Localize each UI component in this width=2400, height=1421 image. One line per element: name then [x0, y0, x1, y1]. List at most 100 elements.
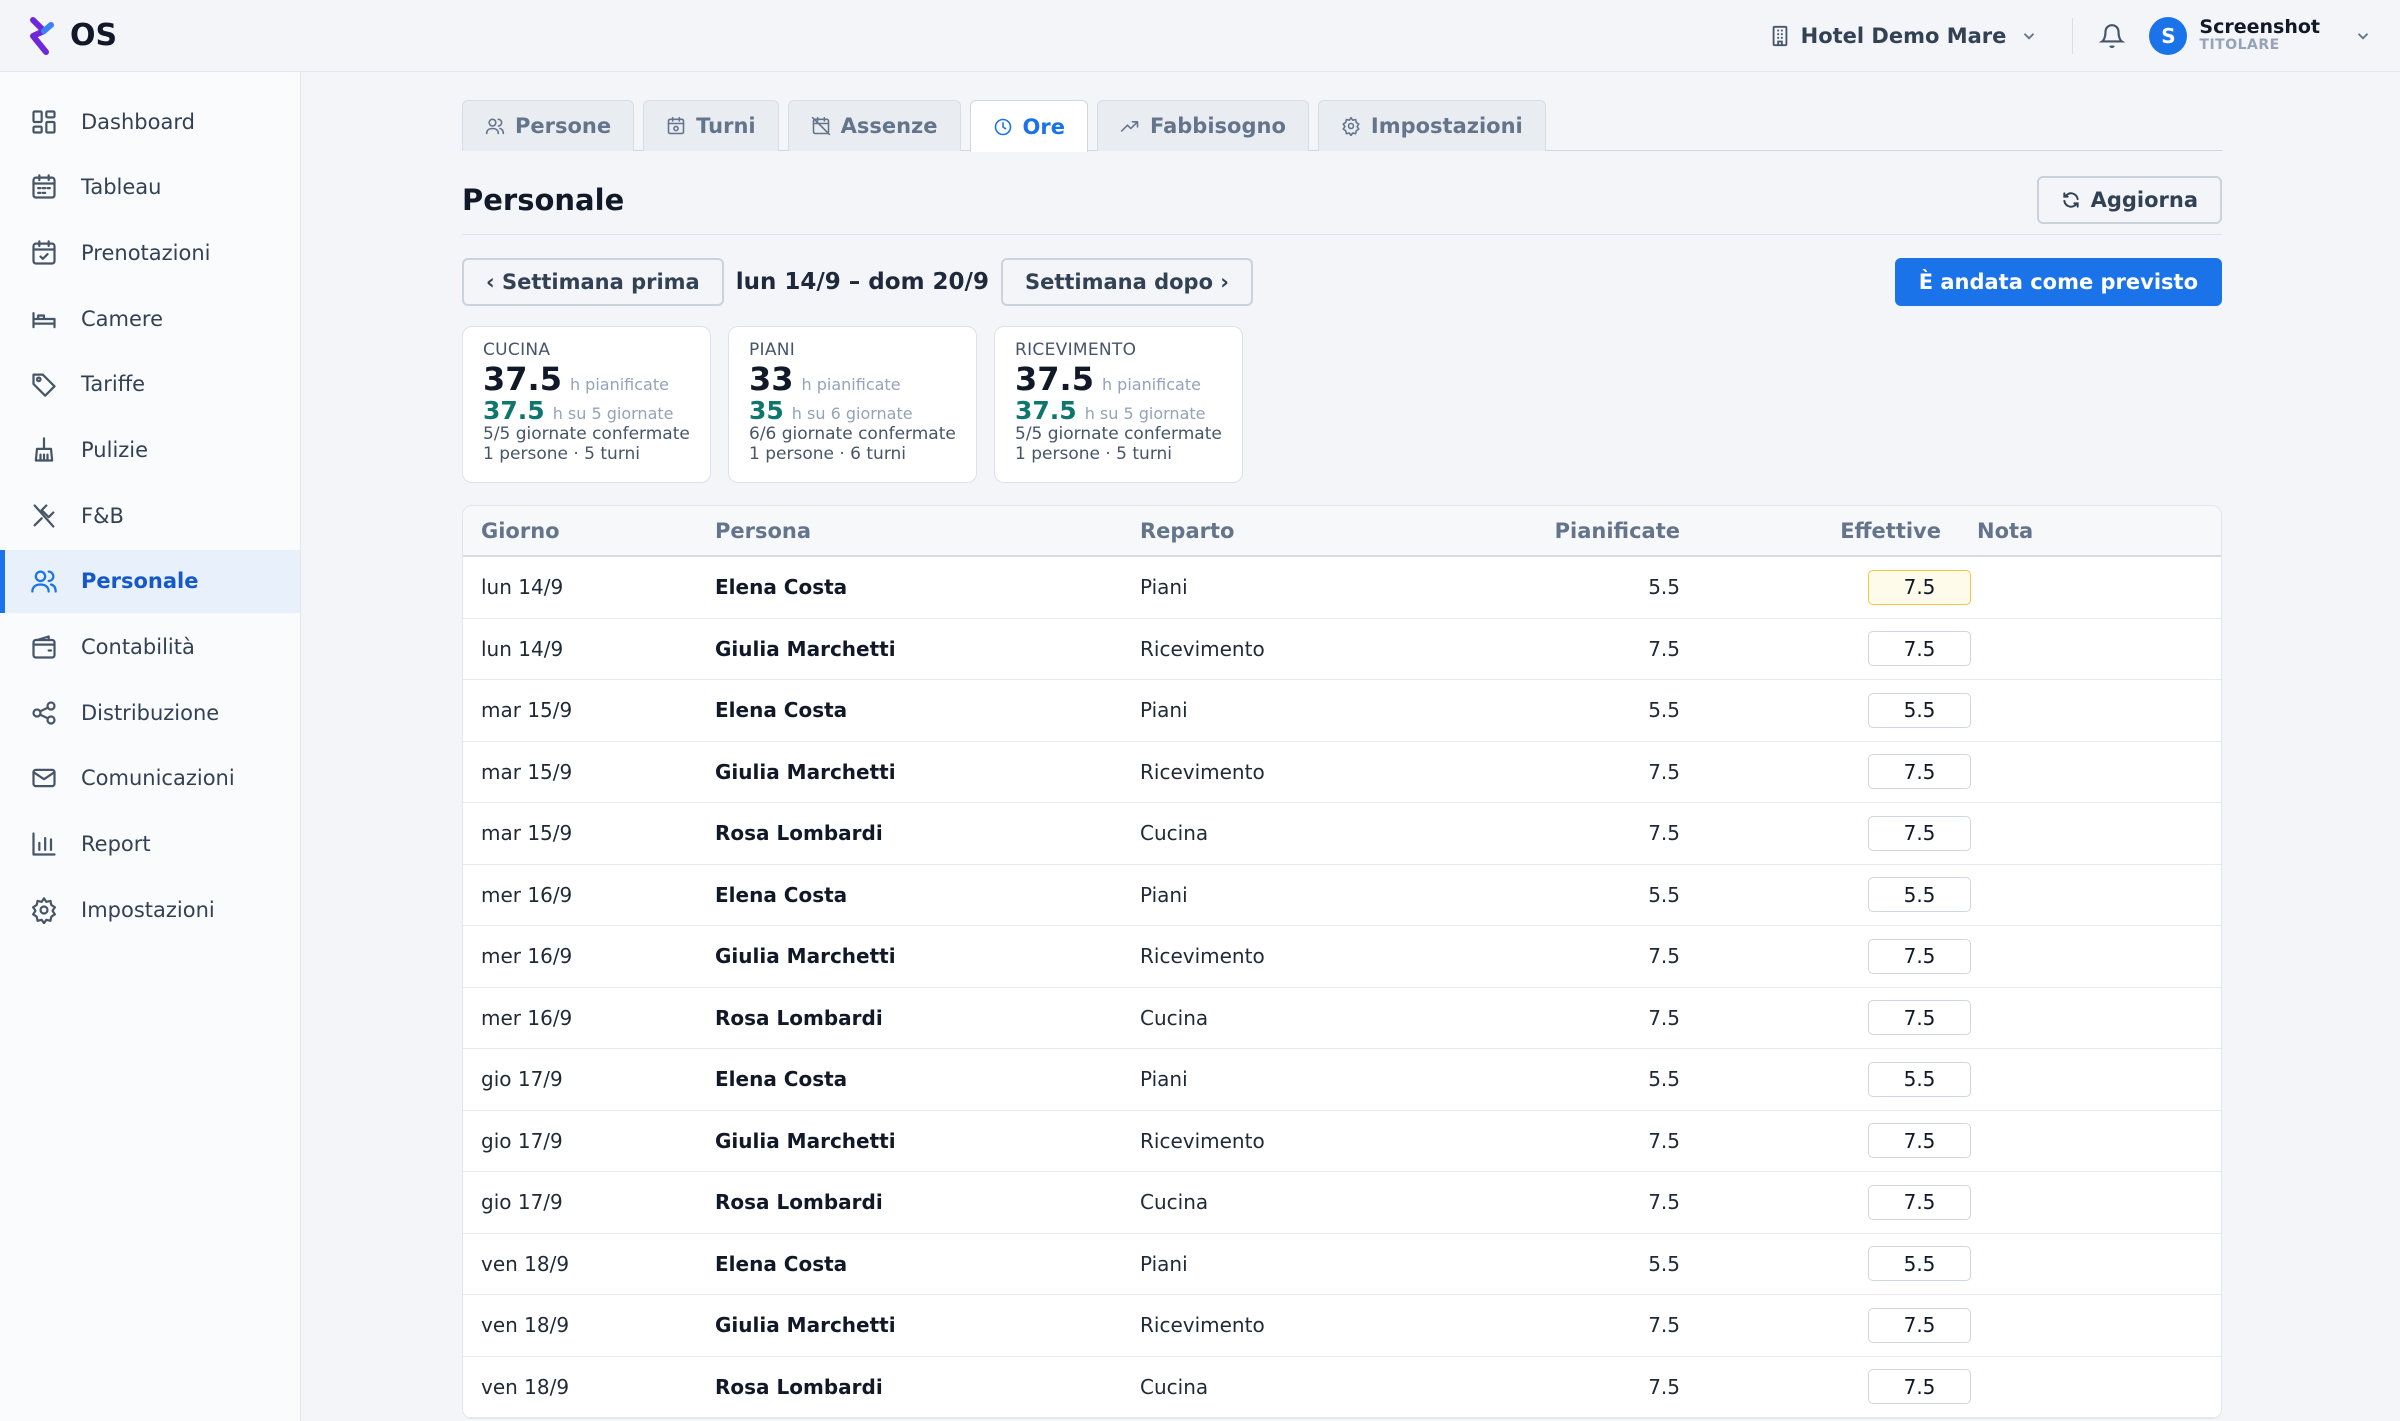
- user-menu[interactable]: S Screenshot TITOLARE: [2149, 16, 2372, 55]
- card-department: RICEVIMENTO: [1015, 340, 1137, 360]
- brand-name: OS: [70, 18, 118, 53]
- cell-day: ven 18/9: [481, 1251, 570, 1276]
- cell-day: mer 16/9: [481, 882, 573, 907]
- tab-label: Impostazioni: [1370, 114, 1523, 138]
- cell-department: Piani: [1140, 698, 1188, 723]
- refresh-button[interactable]: Aggiorna: [2036, 176, 2222, 224]
- actual-hours-input[interactable]: [1868, 877, 1971, 913]
- actual-hours-input[interactable]: [1868, 938, 1971, 974]
- cell-planned-hours: 5.5: [1648, 698, 1680, 723]
- user-name: Screenshot: [2199, 16, 2320, 39]
- table-row: lun 14/9 Elena Costa Piani 5.5: [463, 557, 2221, 619]
- actual-hours-input[interactable]: [1868, 1184, 1971, 1220]
- users-icon: [31, 570, 57, 593]
- card-planned-hours: 37.5: [483, 359, 562, 398]
- sidebar-item-impostazioni[interactable]: Impostazioni: [0, 878, 300, 941]
- main-content: Persone Turni Assenze Ore Fabbisogno Impostaz…: [462, 100, 2222, 1419]
- cell-department: Ricevimento: [1140, 759, 1265, 784]
- actual-hours-input[interactable]: [1868, 1123, 1971, 1159]
- sidebar-item-prenotazioni[interactable]: Prenotazioni: [0, 221, 300, 284]
- cell-day: gio 17/9: [481, 1067, 563, 1092]
- gear-icon: [32, 896, 56, 924]
- tab-ore[interactable]: Ore: [969, 100, 1088, 152]
- sidebar-item-label: Personale: [81, 569, 199, 594]
- table-row: ven 18/9 Rosa Lombardi Cucina 7.5: [463, 1357, 2221, 1418]
- sidebar-item-label: Camere: [81, 306, 164, 331]
- card-planned-unit: h pianificate: [569, 374, 669, 394]
- confirm-as-planned-button[interactable]: È andata come previsto: [1894, 258, 2222, 306]
- cell-day: mar 15/9: [481, 698, 573, 723]
- divider: [2072, 17, 2074, 54]
- sidebar-item-label: Prenotazioni: [81, 240, 211, 265]
- next-week-button[interactable]: Settimana dopo ›: [1000, 258, 1253, 306]
- trending-up-icon: [1120, 121, 1139, 132]
- bell-icon[interactable]: [2099, 23, 2126, 49]
- broom-icon: [34, 437, 54, 462]
- card-people: 1 persone · 5 turni: [1015, 444, 1173, 465]
- sidebar-item-camere[interactable]: Camere: [0, 287, 300, 350]
- table-row: ven 18/9 Elena Costa Piani 5.5: [463, 1234, 2221, 1295]
- table-row: mer 16/9 Elena Costa Piani 5.5: [463, 865, 2221, 926]
- brand[interactable]: OS: [0, 16, 117, 56]
- cell-day: lun 14/9: [481, 575, 564, 600]
- table-row: ven 18/9 Giulia Marchetti Ricevimento 7.5: [463, 1295, 2221, 1357]
- cell-planned-hours: 5.5: [1648, 882, 1680, 907]
- actual-hours-input[interactable]: [1868, 815, 1971, 851]
- table-row: mar 15/9 Giulia Marchetti Ricevimento 7.5: [463, 742, 2221, 803]
- actual-hours-input[interactable]: [1868, 1246, 1971, 1282]
- tab-label: Ore: [1022, 114, 1065, 139]
- hotel-selector[interactable]: Hotel Demo Mare: [1763, 24, 2045, 48]
- table-row: mer 16/9 Giulia Marchetti Ricevimento 7.5: [463, 926, 2221, 988]
- sidebar-item-label: Comunicazioni: [81, 766, 235, 791]
- sidebar-item-label: Pulizie: [81, 437, 149, 462]
- table-header: Giorno Persona Reparto Pianificate Effettive…: [463, 506, 2221, 557]
- sidebar-item-personale[interactable]: Personale: [0, 549, 300, 613]
- sidebar-item-report[interactable]: Report: [0, 813, 300, 876]
- sidebar-item-tariffe[interactable]: Tariffe: [0, 353, 300, 416]
- sidebar-item-distribuzione[interactable]: Distribuzione: [0, 681, 300, 744]
- divider: [462, 234, 2222, 235]
- cell-person: Giulia Marchetti: [715, 944, 896, 969]
- actual-hours-input[interactable]: [1868, 754, 1971, 790]
- sidebar-item-contabilita[interactable]: Contabilità: [0, 616, 300, 679]
- calendar-check-icon: [32, 240, 56, 265]
- tab-impostazioni[interactable]: Impostazioni: [1317, 100, 1546, 151]
- actual-hours-input[interactable]: [1868, 692, 1971, 728]
- cell-department: Ricevimento: [1140, 944, 1265, 969]
- actual-hours-input[interactable]: [1868, 569, 1971, 605]
- cell-person: Elena Costa: [715, 1251, 848, 1276]
- cell-planned-hours: 7.5: [1648, 944, 1680, 969]
- card-actual-unit: h su 5 giornate: [552, 403, 674, 423]
- department-card-piani: PIANI 33 h pianificate 35 h su 6 giornate 6/6…: [728, 326, 977, 483]
- bar-chart-icon: [32, 832, 56, 856]
- actual-hours-input[interactable]: [1868, 1307, 1971, 1343]
- sidebar-item-tableau[interactable]: Tableau: [0, 156, 300, 219]
- cell-day: gio 17/9: [481, 1190, 563, 1215]
- actual-hours-input[interactable]: [1868, 1369, 1971, 1405]
- prev-week-button[interactable]: ‹ Settimana prima: [462, 258, 724, 306]
- tab-persone[interactable]: Persone: [462, 100, 635, 151]
- tab-assenze[interactable]: Assenze: [787, 100, 961, 151]
- sidebar: Dashboard Tableau Prenotazioni Camere Tariff…: [0, 72, 301, 1421]
- sidebar-item-pulizie[interactable]: Pulizie: [0, 418, 300, 481]
- sidebar-item-label: Contabilità: [81, 635, 195, 659]
- cell-department: Ricevimento: [1140, 636, 1265, 661]
- sidebar-item-f-b[interactable]: F&B: [0, 484, 300, 547]
- actual-hours-input[interactable]: [1868, 631, 1971, 667]
- card-department: PIANI: [749, 340, 796, 360]
- cell-department: Piani: [1140, 575, 1188, 600]
- sidebar-item-label: Report: [81, 832, 151, 857]
- sidebar-item-dashboard[interactable]: Dashboard: [0, 90, 300, 153]
- cell-day: lun 14/9: [481, 636, 564, 661]
- tab-turni[interactable]: Turni: [643, 100, 779, 151]
- tab-label: Assenze: [840, 114, 938, 138]
- actual-hours-input[interactable]: [1868, 1061, 1971, 1097]
- cell-planned-hours: 5.5: [1648, 1067, 1680, 1092]
- table-row: gio 17/9 Giulia Marchetti Ricevimento 7.5: [463, 1111, 2221, 1172]
- cell-day: ven 18/9: [481, 1313, 570, 1338]
- tab-fabbisogno[interactable]: Fabbisogno: [1096, 100, 1309, 151]
- avatar: S: [2149, 16, 2188, 55]
- actual-hours-input[interactable]: [1868, 1000, 1971, 1036]
- sidebar-item-comunicazioni[interactable]: Comunicazioni: [0, 747, 300, 810]
- card-confirmed: 5/5 giornate confermate: [483, 424, 690, 445]
